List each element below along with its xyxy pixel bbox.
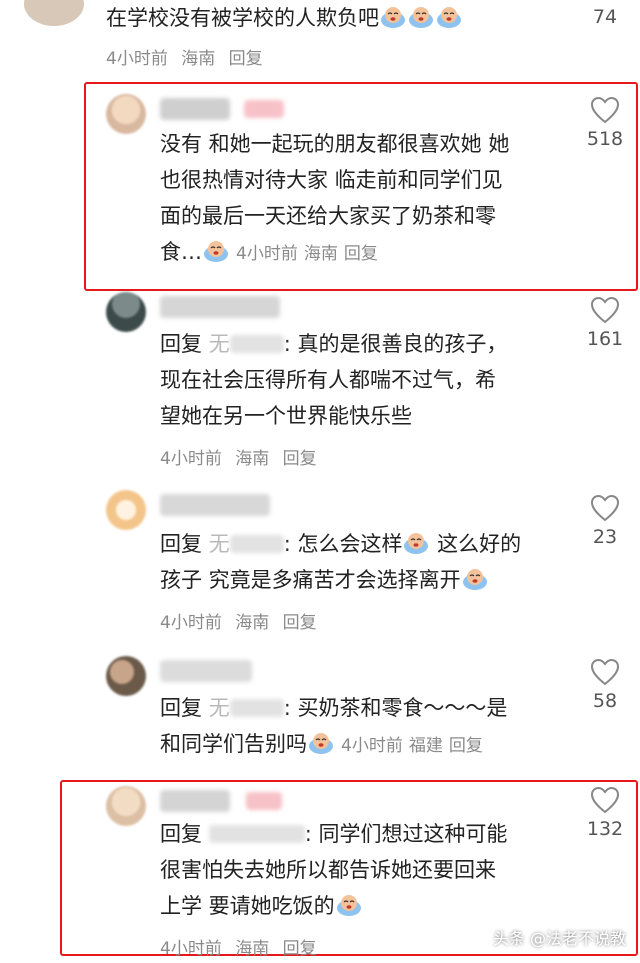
comment-text: 回复 无: 买奶茶和零食～～～是 和同学们告别吗 4小时前 福建 回复 <box>160 696 508 756</box>
avatar[interactable] <box>106 490 146 530</box>
like-count: 74 <box>592 6 618 28</box>
like-button[interactable]: 58 <box>580 658 630 712</box>
like-button[interactable]: 132 <box>580 786 630 840</box>
reply-button[interactable]: 回复 <box>283 939 317 959</box>
like-count: 161 <box>586 328 624 350</box>
crying-emoji-icon <box>380 4 406 28</box>
heart-icon <box>590 96 620 124</box>
comment-text: 在学校没有被学校的人欺负吧 <box>106 6 379 30</box>
crying-emoji-icon <box>336 892 362 916</box>
comment-location: 海南 <box>235 449 270 469</box>
comment-meta: 4小时前 海南 回复 <box>160 444 325 469</box>
crying-emoji-icon <box>408 4 434 28</box>
author-tag <box>246 792 282 810</box>
comment-location: 福建 <box>408 736 443 756</box>
crying-emoji-icon <box>436 4 462 28</box>
comment-meta: 4小时前 海南 回复 <box>160 608 325 633</box>
crying-emoji-icon <box>462 566 488 590</box>
username-blurred <box>160 98 230 120</box>
crying-emoji-icon <box>203 238 229 262</box>
like-button[interactable]: 161 <box>580 296 630 350</box>
comment-text: 回复 : 同学们想过这种可能 很害怕失去她所以都告诉她还要回来 上学 要请她吃饭… <box>160 822 508 918</box>
crying-emoji-icon <box>308 730 334 754</box>
avatar[interactable] <box>24 0 84 26</box>
comment-location: 海南 <box>235 939 270 959</box>
avatar[interactable] <box>106 94 146 134</box>
avatar[interactable] <box>106 292 146 332</box>
reply-button[interactable]: 回复 <box>344 244 378 264</box>
reply-button[interactable]: 回复 <box>449 736 483 756</box>
comment-text: 没有 和她一起玩的朋友都很喜欢她 她 也很热情对待大家 临走前和同学们见 面的最… <box>160 132 510 264</box>
comment-time: 4小时前 <box>160 449 222 469</box>
reply-target-name[interactable]: 无 <box>209 332 230 356</box>
heart-icon <box>590 296 620 324</box>
reply-button[interactable]: 回复 <box>283 449 317 469</box>
comment-time: 4小时前 <box>160 613 222 633</box>
comment-meta: 4小时前 海南 回复 <box>106 44 271 69</box>
like-button[interactable]: 74 <box>580 6 630 28</box>
reply-target-name[interactable]: 无 <box>209 532 230 556</box>
avatar[interactable] <box>106 656 146 696</box>
avatar[interactable] <box>106 786 146 826</box>
like-count: 132 <box>586 818 624 840</box>
comment-text: 回复 无: 真的是很善良的孩子， 现在社会压得所有人都喘不过气，希 望她在另一个… <box>160 332 508 428</box>
reply-target-name[interactable] <box>208 825 305 843</box>
like-count: 58 <box>592 690 618 712</box>
crying-emoji-icon <box>403 530 429 554</box>
like-count: 23 <box>592 526 618 548</box>
username-blurred <box>160 494 270 516</box>
heart-icon <box>590 786 620 814</box>
watermark: 头条 @法老不说教 <box>492 929 626 948</box>
heart-icon <box>590 494 620 522</box>
username-blurred <box>160 660 252 682</box>
reply-target-name[interactable]: 无 <box>209 696 230 720</box>
comment-meta: 4小时前 海南 回复 <box>236 244 384 264</box>
comment-meta: 4小时前 福建 回复 <box>341 736 489 756</box>
like-count: 518 <box>586 128 624 150</box>
comment-meta: 4小时前 海南 回复 <box>160 934 325 959</box>
comment-time: 4小时前 <box>160 939 222 959</box>
comment-time: 4小时前 <box>341 736 403 756</box>
reply-button[interactable]: 回复 <box>283 613 317 633</box>
comment-text: 回复 无: 怎么会这样 这么好的 孩子 究竟是多痛苦才会选择离开 <box>160 530 522 592</box>
comment-location: 海南 <box>235 613 270 633</box>
like-button[interactable]: 23 <box>580 494 630 548</box>
reply-button[interactable]: 回复 <box>229 49 263 69</box>
comment-time: 4小时前 <box>106 49 168 69</box>
username-blurred <box>160 296 280 318</box>
like-button[interactable]: 518 <box>580 96 630 150</box>
username-blurred <box>160 790 230 812</box>
author-tag <box>244 100 284 118</box>
comment-location: 海南 <box>303 244 338 264</box>
heart-icon <box>590 658 620 686</box>
comment-time: 4小时前 <box>236 244 298 264</box>
comment-location: 海南 <box>181 49 216 69</box>
